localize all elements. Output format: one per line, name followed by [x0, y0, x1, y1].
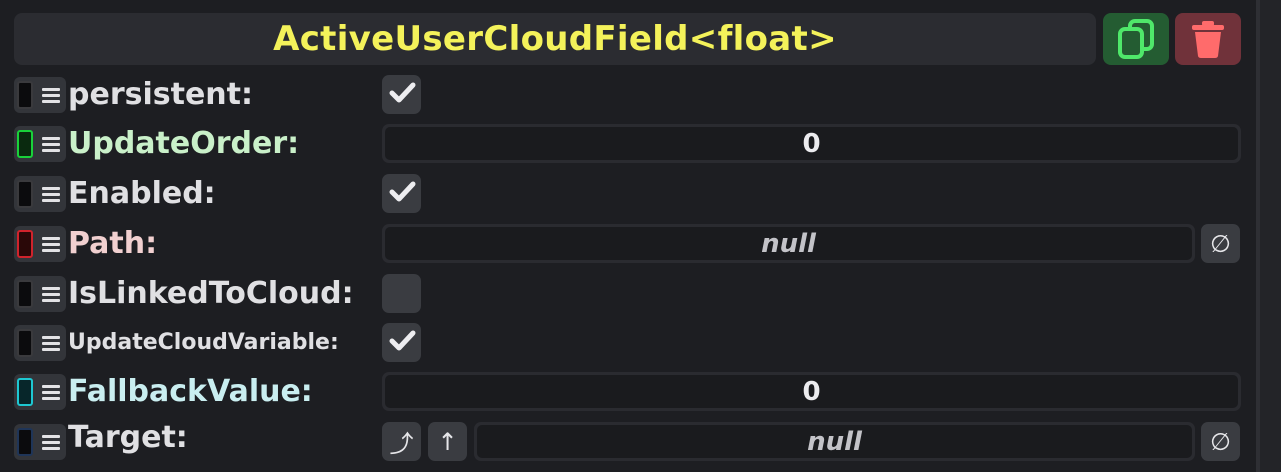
checkmark-icon — [387, 326, 417, 360]
drag-handle[interactable] — [14, 176, 66, 212]
field-value: null — [807, 426, 862, 457]
checkmark-icon — [387, 177, 417, 211]
menu-icon — [42, 187, 60, 205]
field-label: persistent: — [68, 77, 253, 112]
duplicate-button[interactable] — [1103, 13, 1169, 65]
clear-button[interactable]: ∅ — [1201, 224, 1240, 263]
field-label: Path: — [68, 226, 158, 261]
menu-icon — [42, 137, 60, 155]
field-row-persistent: persistent: — [0, 73, 1256, 117]
enabled-checkbox[interactable] — [382, 174, 421, 213]
trash-icon — [1192, 21, 1224, 58]
delete-button[interactable] — [1175, 13, 1241, 65]
menu-icon — [42, 88, 60, 106]
component-title: ActiveUserCloudField<float> — [273, 19, 837, 59]
component-header: ActiveUserCloudField<float> — [14, 13, 1096, 65]
checkmark-icon — [387, 78, 417, 112]
jump-icon: ⤴ — [389, 430, 414, 458]
field-label: Enabled: — [68, 176, 216, 211]
inspector-panel: ActiveUserCloudField<float> persistent: — [0, 0, 1256, 472]
update-order-input[interactable]: 0 — [382, 124, 1241, 163]
field-value: 0 — [802, 376, 821, 407]
menu-icon — [42, 336, 60, 354]
null-icon: ∅ — [1210, 427, 1231, 456]
slot-icon — [17, 280, 33, 308]
field-label: IsLinkedToCloud: — [68, 276, 354, 311]
drag-handle[interactable] — [14, 276, 66, 312]
clear-button[interactable]: ∅ — [1201, 422, 1240, 461]
slot-icon — [17, 180, 33, 208]
drag-handle[interactable] — [14, 374, 66, 410]
null-icon: ∅ — [1210, 229, 1231, 258]
fallback-value-input[interactable]: 0 — [382, 372, 1241, 411]
update-cloud-variable-checkbox[interactable] — [382, 323, 421, 362]
duplicate-icon — [1118, 19, 1154, 59]
arrow-up-icon: ↑ — [437, 427, 458, 456]
field-row-update-cloud-variable: UpdateCloudVariable: — [0, 321, 1256, 365]
jump-to-target-button[interactable]: ⤴ — [382, 422, 421, 461]
scrollbar-edge — [1256, 0, 1260, 472]
drag-handle[interactable] — [14, 226, 66, 262]
field-value: null — [761, 228, 816, 259]
slot-icon — [17, 329, 33, 357]
slot-icon — [17, 428, 33, 456]
slot-icon — [17, 378, 33, 406]
field-row-fallback-value: FallbackValue: 0 — [0, 370, 1256, 414]
field-value: 0 — [802, 128, 821, 159]
drag-handle[interactable] — [14, 77, 66, 113]
field-row-target: Target: ⤴ ↑ null ∅ — [0, 420, 1256, 464]
persistent-checkbox[interactable] — [382, 75, 421, 114]
field-row-is-linked-to-cloud: IsLinkedToCloud: — [0, 272, 1256, 316]
field-label: UpdateOrder: — [68, 126, 300, 161]
field-label: Target: — [68, 420, 188, 455]
drag-handle[interactable] — [14, 325, 66, 361]
slot-icon — [17, 81, 33, 109]
field-label: UpdateCloudVariable: — [68, 330, 339, 355]
field-label: FallbackValue: — [68, 374, 313, 409]
is-linked-to-cloud-checkbox[interactable] — [382, 274, 421, 313]
slot-icon — [17, 130, 33, 158]
slot-icon — [17, 230, 33, 258]
menu-icon — [42, 385, 60, 403]
select-parent-button[interactable]: ↑ — [428, 422, 467, 461]
field-row-path: Path: null ∅ — [0, 222, 1256, 266]
field-row-enabled: Enabled: — [0, 172, 1256, 216]
target-input[interactable]: null — [474, 422, 1195, 461]
field-row-update-order: UpdateOrder: 0 — [0, 122, 1256, 166]
path-input[interactable]: null — [382, 224, 1195, 263]
drag-handle[interactable] — [14, 424, 66, 460]
scrollbar-track[interactable] — [1256, 0, 1281, 472]
menu-icon — [42, 287, 60, 305]
drag-handle[interactable] — [14, 126, 66, 162]
menu-icon — [42, 435, 60, 453]
menu-icon — [42, 237, 60, 255]
